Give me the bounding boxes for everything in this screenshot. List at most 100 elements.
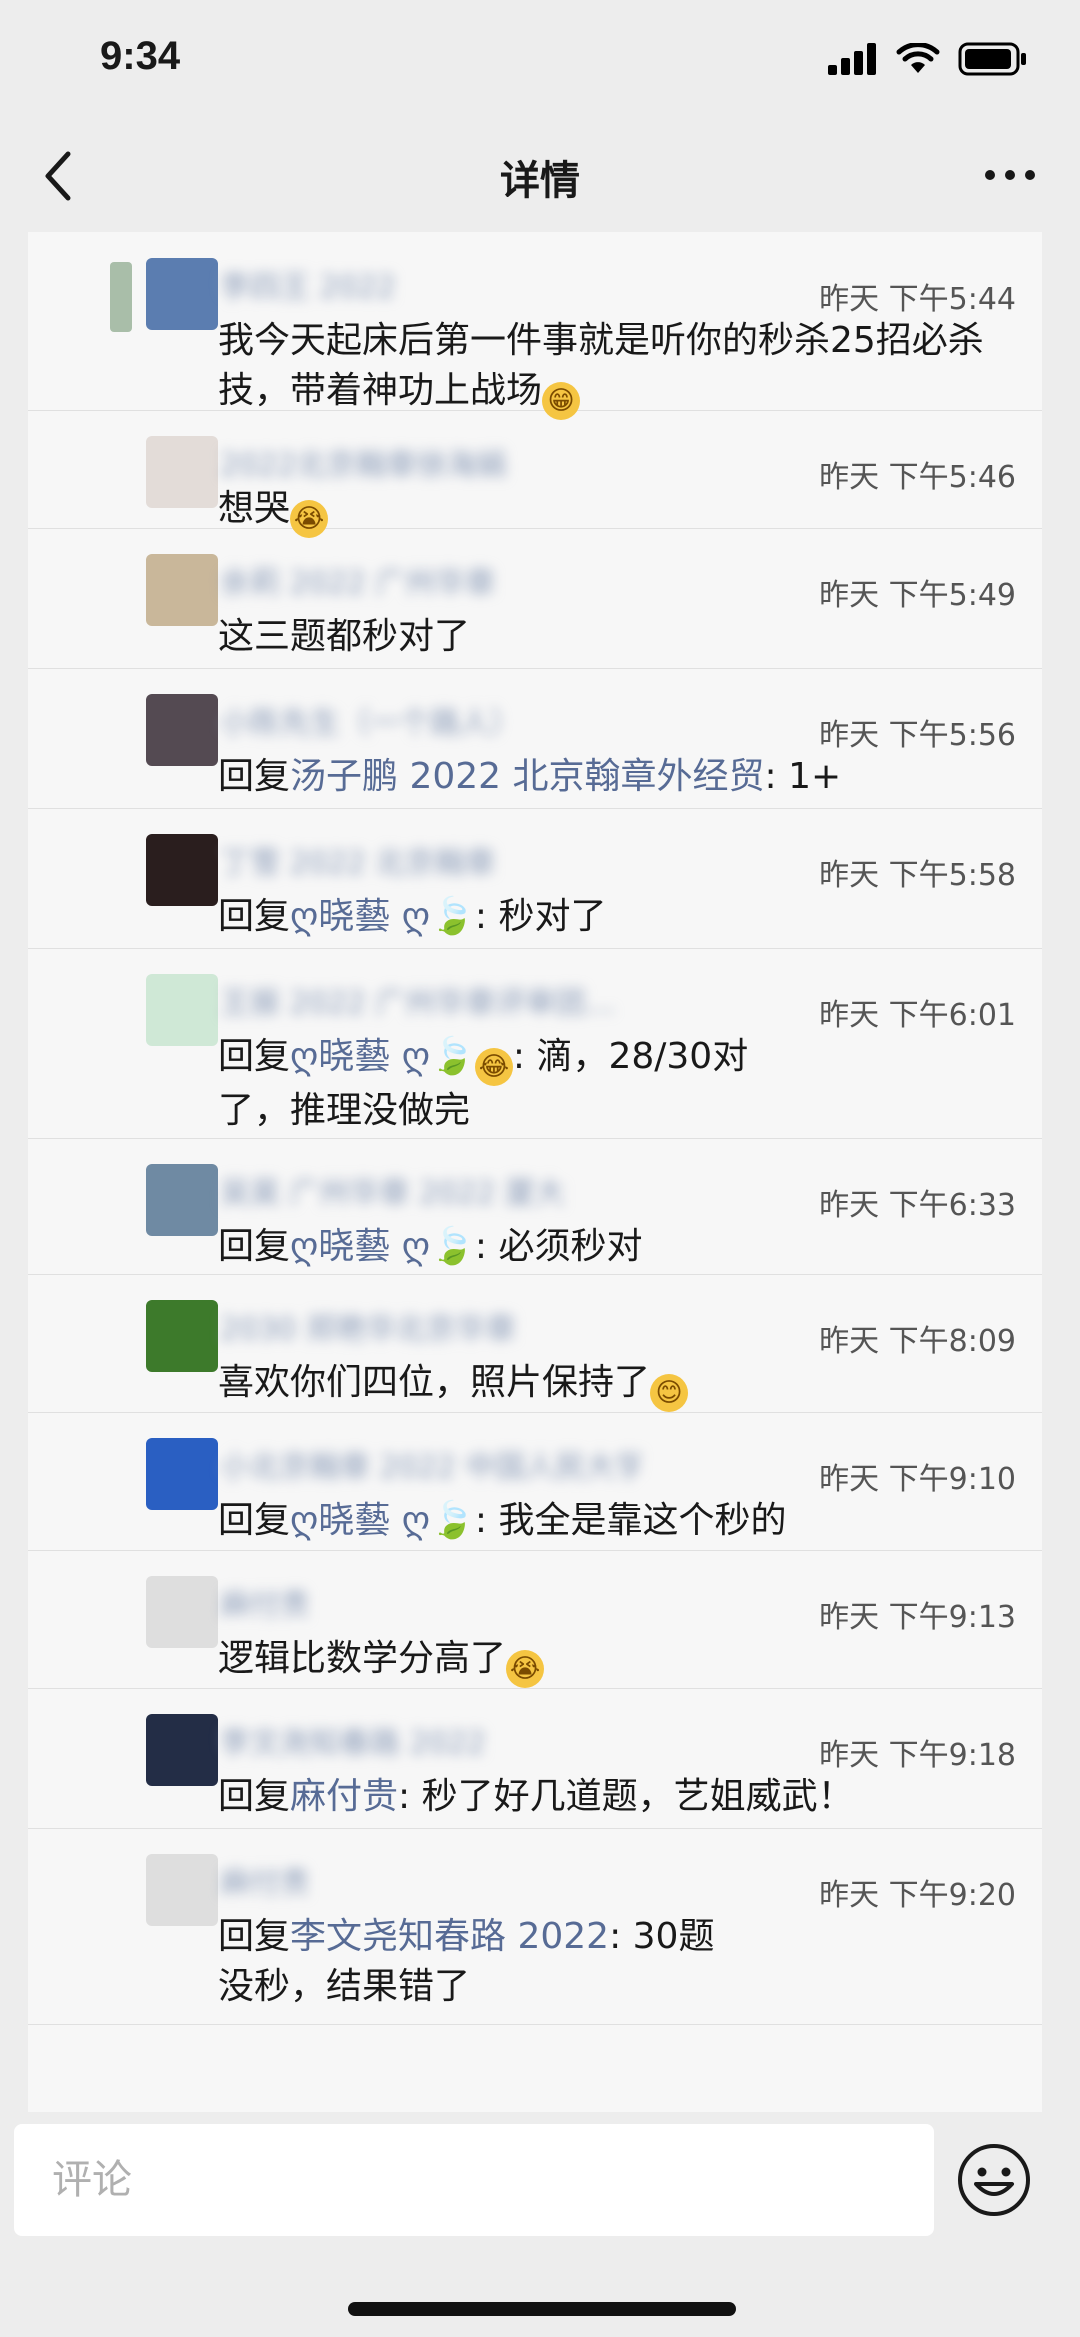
comment-text: 这三题都秒对了 xyxy=(218,612,1018,662)
comment-time: 昨天 下午5:49 xyxy=(819,578,1016,613)
avatar[interactable] xyxy=(146,1164,218,1236)
avatar[interactable] xyxy=(146,1300,218,1372)
status-time: 9:34 xyxy=(100,34,181,78)
reply-prefix: 回复 xyxy=(218,896,291,937)
comment-text: 回复李文尧知春路 2022: 30题没秒，结果错了 xyxy=(218,1912,738,2012)
comment-item[interactable]: 麻付贵 昨天 下午9:20 回复李文尧知春路 2022: 30题没秒，结果错了 xyxy=(28,1828,1042,2025)
reply-prefix: 回复 xyxy=(218,1036,291,1077)
commenter-name[interactable]: 小陈先生（一个路人） xyxy=(220,698,640,738)
commenter-name[interactable]: 吴昊 广州华章 2022 厦大 xyxy=(220,1168,640,1208)
comment-body: 我今天起床后第一件事就是听你的秒杀25招必杀技，带着神功上战场 xyxy=(218,320,984,411)
commenter-name[interactable]: 李文尧知春路 2022 xyxy=(220,1718,640,1758)
reply-target-link[interactable]: ღ晓藝 ღ xyxy=(290,1226,430,1267)
commenter-name[interactable]: 2022北京翰章徐海娟 xyxy=(220,440,640,480)
avatar[interactable] xyxy=(146,1576,218,1648)
reply-prefix: 回复 xyxy=(218,1776,291,1817)
comment-body: : 1+ xyxy=(764,756,842,797)
reply-prefix: 回复 xyxy=(218,1500,291,1541)
comment-time: 昨天 下午6:01 xyxy=(819,998,1016,1033)
reply-target-link[interactable]: 麻付贵 xyxy=(290,1776,398,1817)
comment-body: 想哭 xyxy=(218,488,291,529)
nav-bar: 详情 xyxy=(0,120,1080,230)
commenter-name[interactable]: 麻付贵 xyxy=(220,1580,640,1620)
comment-text: 喜欢你们四位，照片保持了 😊 xyxy=(218,1358,1018,1412)
battery-icon xyxy=(958,42,1026,76)
comment-item[interactable]: 丁雪 2022 北京翰章 昨天 下午5:58 回复ღ晓藝 ღ🍃: 秒对了 xyxy=(28,808,1042,949)
comment-input[interactable] xyxy=(14,2124,934,2236)
comment-text: 回复ღ晓藝 ღ🍃: 秒对了 xyxy=(218,892,1018,942)
comment-item[interactable]: 李文尧知春路 2022 昨天 下午9:18 回复麻付贵: 秒了好几道题，艺姐威武… xyxy=(28,1688,1042,1829)
home-indicator xyxy=(348,2302,736,2316)
comment-body: : 秒了好几道题，艺姐威武！ xyxy=(398,1776,854,1817)
comment-time: 昨天 下午5:56 xyxy=(819,718,1016,753)
comment-text: 回复汤子鹏 2022 北京翰章外经贸: 1+ xyxy=(218,752,1018,802)
leaf-icon: 🍃 xyxy=(430,1500,475,1541)
leaf-icon: 🍃 xyxy=(430,1036,475,1077)
comment-bar xyxy=(0,2112,1080,2337)
comment-time: 昨天 下午9:13 xyxy=(819,1600,1016,1635)
comment-item[interactable]: 李四王 2022 昨天 下午5:44 我今天起床后第一件事就是听你的秒杀25招必… xyxy=(28,232,1042,420)
comment-time: 昨天 下午9:20 xyxy=(819,1878,1016,1913)
comment-item[interactable]: 麻付贵 昨天 下午9:13 逻辑比数学分高了 😭 xyxy=(28,1550,1042,1689)
avatar[interactable] xyxy=(146,1714,218,1786)
commenter-name[interactable]: 麻付贵 xyxy=(220,1858,640,1898)
comment-text: 我今天起床后第一件事就是听你的秒杀25招必杀技，带着神功上战场 😁 xyxy=(218,316,1018,420)
commenter-name[interactable]: 王振 2022 广州华章评审团… xyxy=(220,978,640,1018)
comment-time: 昨天 下午6:33 xyxy=(819,1188,1016,1223)
reply-target-link[interactable]: 汤子鹏 2022 北京翰章外经贸 xyxy=(290,756,765,797)
comment-text: 逻辑比数学分高了 😭 xyxy=(218,1634,1018,1688)
commenter-name[interactable]: 李四王 2022 xyxy=(220,262,640,302)
comment-text: 回复ღ晓藝 ღ🍃: 必须秒对 xyxy=(218,1222,1018,1272)
page-title: 详情 xyxy=(500,158,580,204)
reply-prefix: 回复 xyxy=(218,1226,291,1267)
reply-target-link[interactable]: 李文尧知春路 2022 xyxy=(290,1916,609,1957)
avatar[interactable] xyxy=(146,554,218,626)
status-bar: 9:34 xyxy=(0,0,1080,120)
commenter-name[interactable]: 2030 郑艳华北京华章 xyxy=(220,1304,640,1344)
commenter-name[interactable]: 余莉 2022 广州华章 xyxy=(220,558,640,598)
comment-item[interactable]: 2030 郑艳华北京华章 昨天 下午8:09 喜欢你们四位，照片保持了 😊 xyxy=(28,1274,1042,1413)
reply-prefix: 回复 xyxy=(218,1916,291,1957)
comment-text: 回复ღ晓藝 ღ🍃: 我全是靠这个秒的 xyxy=(218,1496,1018,1546)
crying-emoji: 😭 xyxy=(506,1650,545,1688)
avatar[interactable] xyxy=(146,1438,218,1510)
reply-prefix: 回复 xyxy=(218,756,291,797)
comment-item[interactable]: 余莉 2022 广州华章 昨天 下午5:49 这三题都秒对了 xyxy=(28,528,1042,669)
avatar[interactable] xyxy=(146,834,218,906)
comment-time: 昨天 下午9:10 xyxy=(819,1462,1016,1497)
reply-target-link[interactable]: ღ晓藝 ღ xyxy=(290,896,430,937)
comment-body: : 我全是靠这个秒的 xyxy=(474,1500,787,1541)
comment-time: 昨天 下午9:18 xyxy=(819,1738,1016,1773)
status-icons xyxy=(828,42,1028,76)
avatar[interactable] xyxy=(146,694,218,766)
avatar[interactable] xyxy=(146,1854,218,1926)
more-options-icon[interactable] xyxy=(980,150,1040,200)
commenter-name[interactable]: 丁雪 2022 北京翰章 xyxy=(220,838,640,878)
reply-target-link[interactable]: ღ晓藝 ღ xyxy=(290,1036,430,1077)
comment-text: 回复ღ晓藝 ღ🍃 😂: 滴，28/30对了，推理没做完 xyxy=(218,1032,778,1136)
leaf-icon: 🍃 xyxy=(430,1226,475,1267)
comment-body: : 必须秒对 xyxy=(474,1226,643,1267)
signal-icon xyxy=(828,43,876,75)
comment-body: 逻辑比数学分高了 xyxy=(218,1638,507,1679)
comment-body: 这三题都秒对了 xyxy=(218,616,471,657)
avatar[interactable] xyxy=(146,258,218,330)
comment-list: 李四王 2022 昨天 下午5:44 我今天起床后第一件事就是听你的秒杀25招必… xyxy=(28,232,1042,2112)
smile-emoji: 😊 xyxy=(650,1374,689,1412)
wifi-icon xyxy=(896,43,940,73)
comment-item[interactable]: 王振 2022 广州华章评审团… 昨天 下午6:01 回复ღ晓藝 ღ🍃 😂: 滴，… xyxy=(28,948,1042,1139)
commenter-name[interactable]: 小北京翰章 2022 中国人民大学 xyxy=(220,1442,640,1482)
reply-target-link[interactable]: ღ晓藝 ღ xyxy=(290,1500,430,1541)
avatar[interactable] xyxy=(146,974,218,1046)
comment-item[interactable]: 小陈先生（一个路人） 昨天 下午5:56 回复汤子鹏 2022 北京翰章外经贸:… xyxy=(28,668,1042,809)
comment-item[interactable]: 吴昊 广州华章 2022 厦大 昨天 下午6:33 回复ღ晓藝 ღ🍃: 必须秒对 xyxy=(28,1138,1042,1275)
emoji-icon[interactable] xyxy=(956,2142,1032,2218)
comment-time: 昨天 下午5:58 xyxy=(819,858,1016,893)
comment-text: 回复麻付贵: 秒了好几道题，艺姐威武！ xyxy=(218,1772,1018,1822)
avatar[interactable] xyxy=(146,436,218,508)
comment-item[interactable]: 2022北京翰章徐海娟 昨天 下午5:46 想哭 😭 xyxy=(28,410,1042,538)
laugh-cry-emoji: 😂 xyxy=(474,1048,513,1086)
comment-body: 喜欢你们四位，照片保持了 xyxy=(218,1362,651,1403)
comment-item[interactable]: 小北京翰章 2022 中国人民大学 昨天 下午9:10 回复ღ晓藝 ღ🍃: 我全… xyxy=(28,1412,1042,1551)
comment-time: 昨天 下午5:44 xyxy=(819,282,1016,317)
